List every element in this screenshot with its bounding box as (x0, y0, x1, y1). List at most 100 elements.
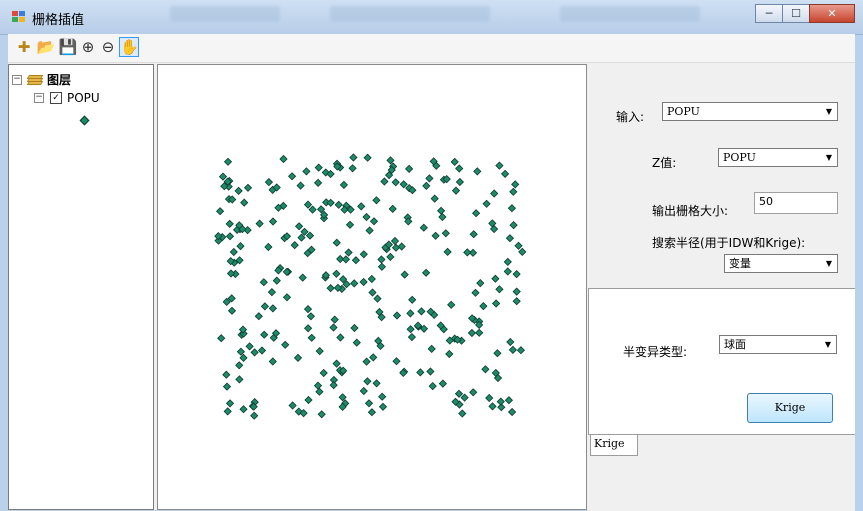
map-point (313, 381, 323, 390)
zoom-in-icon[interactable]: ⊕ (78, 37, 98, 57)
zoom-out-icon[interactable]: ⊖ (98, 37, 118, 57)
close-button[interactable]: ✕ (809, 4, 855, 23)
map-point (293, 353, 303, 363)
map-point (255, 219, 264, 228)
map-point (372, 379, 381, 388)
map-point (428, 381, 437, 391)
map-point (268, 217, 278, 226)
map-point (281, 340, 290, 349)
map-point (408, 295, 417, 304)
variogram-type-select[interactable]: 球面 ▼ (719, 335, 837, 354)
map-point (378, 402, 388, 411)
map-point (298, 273, 307, 282)
map-point (511, 180, 520, 189)
map-point (268, 357, 277, 366)
map-point (417, 307, 426, 316)
collapse-icon[interactable]: − (12, 74, 22, 85)
z-value-label: Z值: (652, 156, 677, 170)
map-point (239, 405, 248, 414)
map-point (388, 204, 397, 214)
tree-layer-label[interactable]: POPU (67, 91, 100, 105)
map-point (467, 328, 477, 338)
layer-visibility-checkbox[interactable]: ✓ (50, 92, 62, 104)
map-point (235, 375, 244, 384)
chevron-down-icon: ▼ (825, 259, 832, 268)
map-point (469, 230, 478, 239)
map-point (451, 186, 461, 195)
map-point (350, 323, 359, 333)
search-radius-select[interactable]: 变量 ▼ (724, 254, 838, 273)
tab-krige[interactable]: Krige (590, 435, 638, 456)
map-point (235, 361, 244, 370)
search-radius-value: 变量 (729, 257, 751, 270)
variogram-type-value: 球面 (724, 338, 746, 351)
map-point (493, 349, 502, 358)
map-point (447, 300, 456, 309)
map-point (357, 202, 366, 211)
map-point (514, 241, 523, 250)
map-point (352, 338, 361, 347)
tree-root-label: 图层 (47, 73, 72, 87)
map-point (400, 270, 409, 279)
map-point (422, 181, 431, 191)
input-label: 输入: (616, 110, 645, 124)
method-tabs: Krige (588, 434, 855, 511)
map-point (304, 395, 313, 405)
map-point (359, 386, 368, 396)
map-point (373, 294, 382, 303)
krige-button[interactable]: Krige (747, 393, 833, 423)
map-point (362, 357, 371, 366)
open-icon[interactable]: 📂 (36, 37, 56, 57)
map-point (512, 287, 521, 296)
map-point (495, 285, 504, 294)
map-point (427, 344, 436, 354)
add-data-icon[interactable]: ✚ (14, 37, 34, 57)
map-point (319, 368, 328, 378)
collapse-icon[interactable]: − (34, 93, 44, 103)
map-point (339, 180, 349, 190)
map-control[interactable] (157, 64, 587, 510)
map-point (503, 257, 512, 267)
save-icon[interactable]: 💾 (58, 37, 78, 57)
map-point (313, 178, 323, 188)
map-point (303, 324, 313, 333)
map-point (369, 217, 379, 226)
variogram-type-label: 半变异类型: (623, 345, 688, 359)
map-point (485, 393, 494, 403)
map-point (512, 297, 521, 306)
z-value-select[interactable]: POPU ▼ (718, 148, 838, 167)
map-point (362, 212, 371, 222)
map-point (329, 380, 338, 390)
map-point (330, 315, 339, 324)
map-point (222, 370, 231, 379)
map-point (512, 269, 521, 279)
map-point (505, 234, 515, 243)
tree-layer[interactable]: − ✓ POPU (34, 91, 100, 105)
minimize-button[interactable]: ─ (755, 4, 783, 23)
map-point (296, 181, 305, 190)
map-point (272, 276, 281, 285)
map-point (443, 247, 452, 257)
map-point (490, 189, 499, 198)
map-point (516, 346, 526, 355)
map-point (397, 242, 406, 251)
map-point (341, 255, 351, 264)
map-point (471, 209, 481, 218)
map-point (463, 248, 472, 257)
map-point (243, 183, 253, 192)
map-point (454, 389, 464, 398)
map-point (288, 401, 297, 410)
input-layer-select[interactable]: POPU ▼ (662, 102, 838, 121)
map-point (392, 357, 401, 366)
chevron-down-icon: ▼ (824, 340, 831, 349)
cell-size-input[interactable]: 50 (754, 192, 838, 214)
map-point (326, 283, 335, 293)
pan-hand-icon[interactable]: ✋ (119, 37, 139, 57)
maximize-button[interactable]: ☐ (782, 4, 810, 23)
map-point (431, 231, 440, 240)
chevron-down-icon: ▼ (825, 153, 832, 162)
map-point (240, 198, 249, 207)
map-point (234, 186, 243, 196)
map-point (229, 247, 238, 257)
map-point (218, 172, 228, 181)
